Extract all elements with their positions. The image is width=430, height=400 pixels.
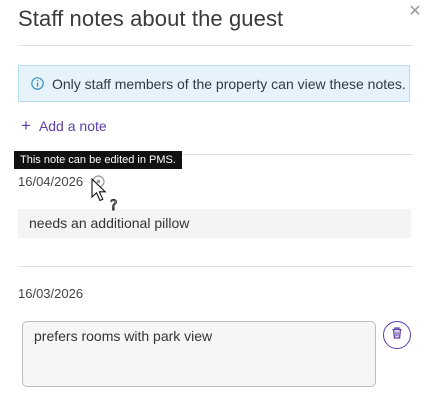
info-text: Only staff members of the property can v… xyxy=(52,75,406,92)
note-text: needs an additional pillow xyxy=(18,209,411,238)
note-textarea[interactable]: prefers rooms with park view xyxy=(22,321,376,387)
add-note-button[interactable]: + Add a note xyxy=(21,116,107,135)
svg-text:?: ? xyxy=(110,198,117,212)
divider xyxy=(18,45,413,46)
info-banner: Only staff members of the property can v… xyxy=(18,65,410,102)
delete-note-button[interactable] xyxy=(383,321,411,349)
tooltip: This note can be edited in PMS. xyxy=(14,151,182,169)
dialog-title: Staff notes about the guest xyxy=(18,6,284,31)
info-icon xyxy=(31,77,44,90)
note-date: 16/03/2026 xyxy=(18,286,84,301)
add-note-label: Add a note xyxy=(38,118,107,134)
mouse-cursor-help-icon: ? xyxy=(91,177,125,217)
divider xyxy=(18,266,413,267)
plus-icon: + xyxy=(21,116,31,135)
note-date: 16/04/2026 xyxy=(18,174,84,189)
trash-icon xyxy=(390,326,404,345)
close-icon[interactable]: ✕ xyxy=(407,4,423,20)
